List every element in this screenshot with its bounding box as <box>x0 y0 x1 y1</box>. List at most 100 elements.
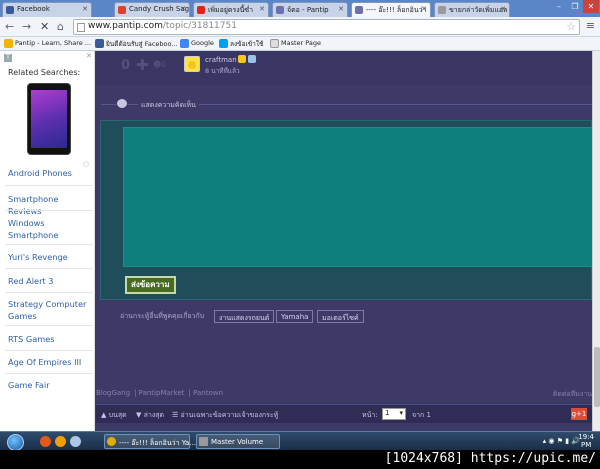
close-icon[interactable]: ✕ <box>86 52 92 60</box>
watermark-label: [1024x768] https://upic.me/ <box>384 451 596 466</box>
bookmark-label: Master Page <box>281 39 321 47</box>
tab-candy-crush[interactable]: Candy Crush Sag ✕ <box>114 2 190 17</box>
bookmark-label: Pantip - Learn, Share ... <box>15 39 92 47</box>
sidebar-item-strategy-games[interactable]: Strategy Computer Games <box>8 298 92 322</box>
close-icon[interactable]: ✕ <box>259 5 265 13</box>
page-content: T ✕ Related Searches: ○ Android Phones S… <box>0 51 600 431</box>
forward-icon[interactable]: → <box>22 20 31 33</box>
stop-icon[interactable]: ✕ <box>40 20 49 33</box>
username[interactable]: craftman <box>205 56 237 64</box>
submit-comment-button[interactable]: ส่งข้อความ <box>125 276 176 294</box>
url-host: www.pantip.com <box>88 21 163 31</box>
scroll-bottom-button[interactable]: ▼ ล่างสุด <box>136 410 164 421</box>
footer-link-pantipmarket[interactable]: PantipMarket <box>139 389 185 397</box>
url-path: /topic/31811751 <box>162 21 237 31</box>
comment-textarea[interactable] <box>123 127 593 267</box>
address-bar[interactable]: www.pantip.com/topic/31811751 ☆ <box>73 19 580 35</box>
facebook-icon <box>95 39 104 48</box>
related-tags-prefix: อ่านกระทู้อื่นที่พูดคุยเกี่ยวกับ <box>120 312 205 320</box>
page-select[interactable]: 1 ▾ <box>382 408 406 420</box>
start-button[interactable] <box>7 434 24 451</box>
owner-only-toggle[interactable]: ☰ อ่านเฉพาะข้อความเจ้าของกระทู้ <box>172 410 278 421</box>
bookmark-facebook[interactable]: ยินดีต้อนรับสู่ Faceboo... <box>95 39 178 49</box>
sidebar-item-age-of-empires[interactable]: Age Of Empires III <box>8 356 92 368</box>
close-icon[interactable]: ✕ <box>180 5 186 13</box>
tab-label: ขายกล่าวัดเพิ่มแอล <box>449 6 508 14</box>
close-window-icon[interactable]: ✕ <box>583 0 599 13</box>
footer-contact-link[interactable]: ติดต่อทีมงาน <box>553 389 592 400</box>
page-total: จาก 1 <box>412 411 431 419</box>
tablet-image[interactable] <box>27 83 71 155</box>
windows-icon <box>219 39 228 48</box>
sidebar-item-game-fair[interactable]: Game Fair <box>8 379 92 391</box>
footer-link-bloggang[interactable]: BlogGang <box>96 389 130 397</box>
sidebar-item-rts-games[interactable]: RTS Games <box>8 333 92 345</box>
menu-icon[interactable]: ≡ <box>586 19 595 32</box>
tab-youtube[interactable]: เพิ่มอยู่ตรงนี้ซ่ำ ✕ <box>193 2 269 17</box>
scroll-top-button[interactable]: ▲ บนสุด <box>101 410 127 421</box>
avatar[interactable] <box>184 56 200 72</box>
sidebar-title: Related Searches: <box>8 68 81 77</box>
bookmark-master-page[interactable]: Master Page <box>270 39 321 48</box>
clock[interactable]: 19:4 PM <box>578 433 594 449</box>
chrome-icon[interactable] <box>55 436 66 447</box>
taskbar-chrome-window[interactable]: ---- อ๊ะ!!! ล็อกอินว่า Ya... <box>104 434 196 449</box>
sidebar-item-yuris-revenge[interactable]: Yuri's Revenge <box>8 251 92 263</box>
user-badges <box>238 55 258 65</box>
comment-label: แสดงความคิดเห็น <box>138 100 199 111</box>
tab-facebook[interactable]: Facebook ✕ <box>2 2 92 17</box>
comment-section-header: แสดงความคิดเห็น <box>96 95 592 115</box>
star-icon[interactable]: ☆ <box>566 20 576 33</box>
tag-motor-show[interactable]: งานแสดงรถยนต์ <box>214 310 275 323</box>
close-icon[interactable]: ✕ <box>421 5 427 13</box>
comment-editor-panel: ส่งข้อความ <box>100 120 593 300</box>
ad-badge-icon: T <box>4 54 12 62</box>
sidebar-item-android-phones[interactable]: Android Phones <box>8 167 92 179</box>
plus-icon[interactable]: ✚ <box>136 56 149 74</box>
google-icon <box>180 39 189 48</box>
bookmark-google[interactable]: Google <box>180 39 214 48</box>
watermark-strip: [1024x768] https://upic.me/ <box>0 450 600 469</box>
chrome-icon <box>107 437 116 446</box>
sidebar-item-windows-smartphone[interactable]: Windows Smartphone <box>8 217 92 241</box>
home-icon[interactable]: ⌂ <box>57 20 64 33</box>
pantip-icon <box>4 39 13 48</box>
tab-label: เพิ่มอยู่ตรงนี้ซ่ำ <box>208 6 254 14</box>
volume-app-icon <box>199 437 208 446</box>
footer-links: BlogGang | PantipMarket | Pantown <box>96 389 223 397</box>
tag-motorcycle[interactable]: มอเตอร์ไซค์ <box>317 310 364 323</box>
media-player-icon[interactable] <box>40 436 51 447</box>
topic-bottom-bar: ▲ บนสุด ▼ ล่างสุด ☰ อ่านเฉพาะข้อความเจ้า… <box>96 404 592 423</box>
related-searches-sidebar: T ✕ Related Searches: ○ Android Phones S… <box>0 51 95 431</box>
sidebar-item-smartphone-reviews[interactable]: Smartphone Reviews <box>8 193 92 217</box>
tab-strip: Facebook ✕ Candy Crush Sag ✕ เพิ่มอยู่ตร… <box>0 0 600 17</box>
download-icon[interactable] <box>70 436 81 447</box>
close-icon[interactable]: ✕ <box>82 5 88 13</box>
back-icon[interactable]: ← <box>5 20 14 33</box>
tab-label: ---- อ๊ะ!!! ล็อกอินว่า <box>366 6 427 14</box>
tag-yamaha[interactable]: Yamaha <box>276 310 314 323</box>
taskbar-master-volume[interactable]: Master Volume <box>196 434 280 449</box>
scrollbar-thumb[interactable] <box>594 347 600 407</box>
bookmark-pantip[interactable]: Pantip - Learn, Share ... <box>4 39 92 48</box>
page-scrollbar[interactable] <box>592 51 600 431</box>
tab-other[interactable]: ขายกล่าวัดเพิ่มแอล ✕ <box>434 2 510 17</box>
post-meta-row: 0 ✚ ☻0 craftman 8 นาทีที่แล้ว <box>96 51 592 85</box>
close-icon[interactable]: ✕ <box>338 5 344 13</box>
footer-link-pantown[interactable]: Pantown <box>193 389 223 397</box>
emotion-count: ☻0 <box>153 60 167 69</box>
page-icon <box>438 6 446 14</box>
minimize-icon[interactable]: – <box>551 0 567 13</box>
google-plus-button[interactable]: g+1 <box>571 408 587 420</box>
tab-label: Facebook <box>17 5 50 13</box>
facebook-icon <box>6 6 14 14</box>
sidebar-item-red-alert-3[interactable]: Red Alert 3 <box>8 275 92 287</box>
browser-toolbar: ← → ✕ ⌂ www.pantip.com/topic/31811751 ☆ … <box>0 17 600 37</box>
bookmarks-bar: Pantip - Learn, Share ... ยินดีต้อนรับสู… <box>0 37 600 51</box>
close-icon[interactable]: ✕ <box>500 5 506 13</box>
maximize-icon[interactable]: ❐ <box>567 0 583 13</box>
system-tray[interactable]: ▴ ◉ ⚑ ▮ 🔊 <box>543 437 580 445</box>
bookmark-windows[interactable]: ลงข้อเข้าใช้ <box>219 39 263 49</box>
tab-pantip[interactable]: จ้ตอ - Pantip ✕ <box>272 2 348 17</box>
tab-active-topic[interactable]: ---- อ๊ะ!!! ล็อกอินว่า ✕ <box>351 2 431 17</box>
